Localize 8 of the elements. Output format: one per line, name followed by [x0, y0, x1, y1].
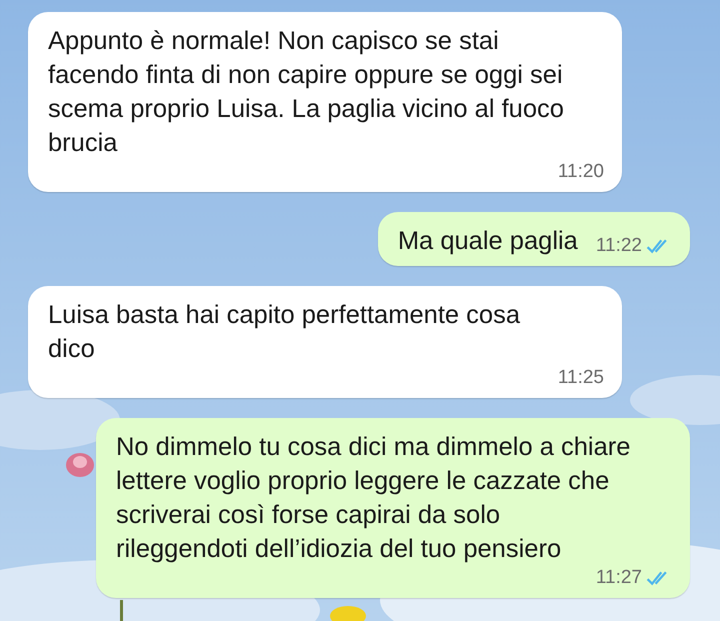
message-text: No dimmelo tu cosa dici ma dimmelo a chiare lettere voglio proprio leggere le cazzate che scriverai così forse capirai da solo rileggendoti dell’idiozia del tuo pensiero — [116, 432, 632, 565]
message-text: Appunto è normale! Non capisco se stai facendo finta di non capire oppure se oggi sei scema proprio Luisa. La paglia vicino al fuoco brucia — [48, 26, 565, 159]
message-text: Luisa basta hai capito perfettamente cosa dico — [48, 300, 522, 365]
message-time: 11:27 — [596, 566, 642, 590]
message-time: 11:25 — [558, 366, 604, 390]
message-time: 11:22 — [596, 234, 642, 258]
message-time: 11:20 — [558, 160, 604, 184]
message-text: Ma quale paglia — [398, 226, 578, 257]
